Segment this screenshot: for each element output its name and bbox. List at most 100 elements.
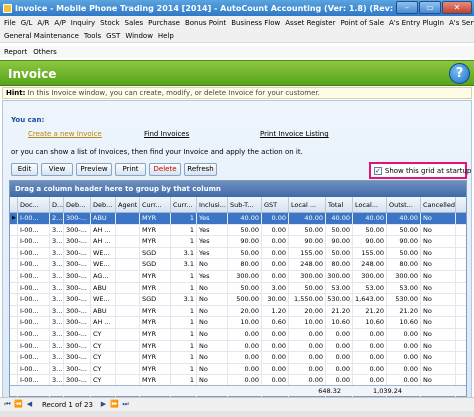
table-cell: 50.00 xyxy=(228,282,262,294)
table-row[interactable]: I-00... 3... 300-... AH ... MYR 1 Yes 90.00 0.00… xyxy=(10,236,466,248)
menu-gst[interactable]: GST xyxy=(106,32,120,40)
table-row[interactable]: I-00... 3... 300-... WE... SGD 3.1 No 80.00 0.00… xyxy=(10,259,466,271)
column-header[interactable]: Local ... xyxy=(289,197,326,212)
show-grid-at-startup-toggle[interactable]: ✓ Show this grid at startup xyxy=(369,162,471,179)
menu-point-of-sale[interactable]: Point of Sale xyxy=(340,19,384,27)
group-by-bar[interactable]: Drag a column header here to group by th… xyxy=(10,181,466,197)
minimize-button[interactable]: – xyxy=(396,1,418,14)
menu-file[interactable]: File xyxy=(4,19,16,27)
menu-a-p[interactable]: A/P xyxy=(54,19,65,27)
menu-a-s-services-plugin[interactable]: A's Services PlugIn xyxy=(449,19,474,27)
table-cell: 50.00 xyxy=(387,247,421,259)
edit-button[interactable]: Edit xyxy=(11,163,38,176)
first-record-icon[interactable]: ⏮ xyxy=(3,400,12,409)
column-header[interactable]: Agent xyxy=(116,197,140,212)
next-record-icon[interactable]: ▶ xyxy=(99,400,108,409)
invoice-grid[interactable]: Drag a column header here to group by th… xyxy=(9,180,467,399)
table-row[interactable]: I-00...3...300-...CYMYR1No0.000.000.000.… xyxy=(10,340,466,353)
preview-button[interactable]: Preview xyxy=(76,163,112,176)
table-cell: I-00... xyxy=(18,328,50,340)
startup-checkbox[interactable]: ✓ xyxy=(374,166,382,175)
refresh-button[interactable]: Refresh xyxy=(184,163,217,176)
column-header[interactable]: Inclusi... xyxy=(197,197,228,212)
column-header[interactable]: Doc... xyxy=(18,197,50,212)
menu-general-maintenance[interactable]: General Maintenance xyxy=(4,32,79,40)
menu-others[interactable]: Others xyxy=(33,48,57,56)
table-row[interactable]: I-00... 3... 300-... AG... MYR 1 Yes 300.00 0.00… xyxy=(10,270,466,283)
column-header[interactable]: GST xyxy=(262,197,289,212)
table-cell: 3.1 xyxy=(171,294,197,305)
table-row[interactable]: I-00...3...300-...CYMYR1No0.000.000.000.… xyxy=(10,352,466,364)
table-cell: No xyxy=(421,294,456,305)
menu-a-s-entry-plugin[interactable]: A's Entry PlugIn xyxy=(389,19,444,27)
menu-business-flow[interactable]: Business Flow xyxy=(231,19,280,27)
previous-page-icon[interactable]: ⏪ xyxy=(14,400,23,409)
table-row[interactable]: I-00... 3... 300-... WE... SGD 3.1 No 500.00 30.… xyxy=(10,294,466,306)
table-row[interactable]: ▶ I-00... 2... 300-... ABU MYR 1 Yes 40.00 0.00 40… xyxy=(10,213,466,225)
table-cell: 155.00 xyxy=(353,247,387,259)
table-cell: MYR xyxy=(140,236,171,247)
table-row[interactable]: I-00... 3... 300-... AH ... MYR 1 Yes 50.00 0.00… xyxy=(10,224,466,237)
table-cell: 40.00 xyxy=(387,213,421,224)
column-header[interactable]: Deb... xyxy=(91,197,116,212)
table-cell: MYR xyxy=(140,213,171,224)
next-page-icon[interactable]: ⏩ xyxy=(110,400,119,409)
column-header[interactable]: Curr... xyxy=(140,197,171,212)
menu-stock[interactable]: Stock xyxy=(100,19,119,27)
menu-sales[interactable]: Sales xyxy=(125,19,144,27)
restore-button[interactable]: ▭ xyxy=(419,1,441,14)
menu-report[interactable]: Report xyxy=(4,48,27,56)
table-cell xyxy=(116,213,140,224)
column-header[interactable]: Outst... xyxy=(387,197,421,212)
table-cell: 0.00 xyxy=(228,340,262,352)
previous-record-icon[interactable]: ◀ xyxy=(25,400,34,409)
delete-button[interactable]: Delete xyxy=(149,163,181,176)
table-cell: 300-... xyxy=(64,363,91,375)
table-row[interactable]: I-00...3...300-...CYMYR1No0.000.000.000.… xyxy=(10,363,466,376)
page-header: Invoice ? xyxy=(0,60,474,86)
menu-help[interactable]: Help xyxy=(158,32,174,40)
close-button[interactable]: ✕ xyxy=(442,1,472,14)
table-cell: MYR xyxy=(140,224,171,236)
table-row[interactable]: I-00...3...300-...CYMYR1No0.000.000.000.… xyxy=(10,328,466,341)
column-header[interactable]: Cancelled xyxy=(421,197,456,212)
view-button[interactable]: View xyxy=(41,163,73,176)
table-cell: Yes xyxy=(197,213,228,224)
column-header[interactable]: D... xyxy=(50,197,64,212)
table-row[interactable]: I-00... 3... 300-... AH ... MYR 1 No 10.00 0.60 1… xyxy=(10,317,466,329)
print-invoice-listing-link[interactable]: Print Invoice Listing xyxy=(260,130,329,138)
menu-g-l[interactable]: G/L xyxy=(21,19,33,27)
find-invoices-link[interactable]: Find Invoices xyxy=(144,130,260,138)
row-indicator xyxy=(10,317,18,328)
help-icon[interactable]: ? xyxy=(449,63,470,84)
table-cell xyxy=(116,352,140,363)
table-row[interactable]: I-00... 3... 300-... ABU MYR 1 No 20.00 1.20 20.0… xyxy=(10,305,466,318)
column-header[interactable]: Deb... xyxy=(64,197,91,212)
column-header[interactable]: Curr... xyxy=(171,197,197,212)
table-row[interactable]: I-00... 3... 300-... WE... SGD 3.1 Yes 50.00 0.0… xyxy=(10,247,466,260)
menu-window[interactable]: Window xyxy=(125,32,153,40)
create-invoice-link[interactable]: Create a new Invoice xyxy=(28,130,144,138)
menu-a-r[interactable]: A/R xyxy=(37,19,49,27)
print-button[interactable]: Print xyxy=(115,163,146,176)
menu-tools[interactable]: Tools xyxy=(84,32,101,40)
table-cell: No xyxy=(421,270,456,282)
column-header[interactable]: Total xyxy=(326,197,353,212)
table-cell: 0.00 xyxy=(353,340,387,352)
menu-purchase[interactable]: Purchase xyxy=(148,19,180,27)
table-cell: 1 xyxy=(171,236,197,247)
table-cell: MYR xyxy=(140,305,171,317)
menu-asset-register[interactable]: Asset Register xyxy=(285,19,335,27)
table-cell: No xyxy=(197,305,228,317)
table-row[interactable]: I-00... 3... 300-... ABU MYR 1 No 50.00 3.00 50.0… xyxy=(10,282,466,295)
last-record-icon[interactable]: ⏭ xyxy=(121,400,130,409)
table-cell: SGD xyxy=(140,294,171,305)
table-cell: 50.00 xyxy=(326,224,353,236)
menu-bar-secondary: General Maintenance Tools GST Window Help xyxy=(0,30,474,43)
table-cell: 0.00 xyxy=(262,259,289,270)
column-header[interactable]: Sub-T... xyxy=(228,197,262,212)
row-indicator xyxy=(10,282,18,294)
column-header[interactable]: Local... xyxy=(353,197,387,212)
menu-inquiry[interactable]: Inquiry xyxy=(71,19,95,27)
menu-bonus-point[interactable]: Bonus Point xyxy=(185,19,226,27)
